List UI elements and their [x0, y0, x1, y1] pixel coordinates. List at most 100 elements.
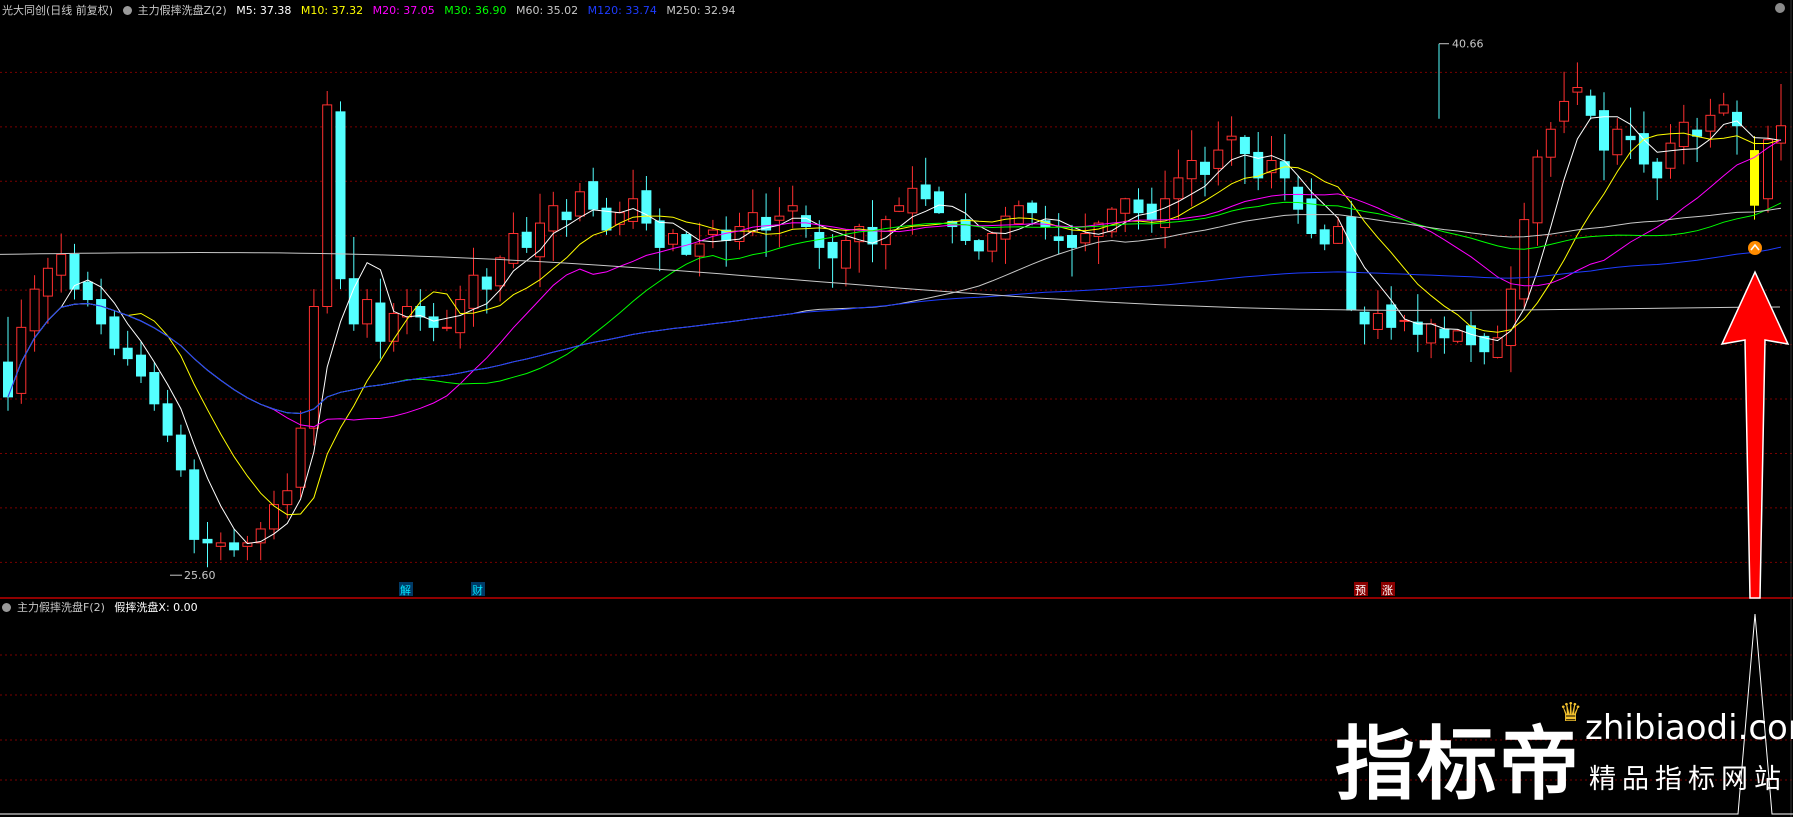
candle	[441, 326, 452, 329]
candle	[654, 220, 665, 248]
candle	[535, 222, 545, 258]
candle	[255, 528, 266, 544]
candle	[641, 190, 652, 224]
chart-stage: 40.66 25.60 解 财 预 涨 光大同创(日线 前复权) 主力假摔洗盘Z(2) M…	[0, 0, 1793, 817]
candle	[1612, 128, 1623, 156]
candle	[282, 490, 293, 506]
ma250-label: M250: 32.94	[666, 4, 736, 17]
candle	[920, 184, 931, 200]
ma30-label: M30: 36.90	[444, 4, 507, 17]
candle	[295, 427, 306, 488]
candle	[215, 542, 226, 547]
candle	[202, 538, 213, 544]
candle	[1200, 161, 1210, 175]
stock-name[interactable]: 光大同创(日线 前复权)	[2, 4, 113, 17]
candle	[136, 354, 146, 377]
candle	[801, 215, 811, 228]
candle	[707, 229, 718, 235]
candle	[747, 212, 758, 233]
buy-signal-icon	[1748, 241, 1762, 255]
candle	[56, 253, 67, 276]
watermark: 指标帝 ♛ zhibiaodi.com 精品指标网站	[1335, 698, 1793, 816]
indicator-toggle-icon[interactable]	[122, 6, 132, 15]
candle	[1013, 205, 1024, 225]
ma120-label: M120: 33.74	[587, 4, 657, 17]
grid-lines	[0, 71, 1793, 781]
candle	[1572, 87, 1583, 93]
watermark-name: 指标帝	[1335, 718, 1581, 811]
candle	[1333, 226, 1343, 244]
sub-indicator-value: 假摔洗盘X: 0.00	[114, 601, 198, 614]
candle	[1386, 304, 1397, 328]
candle	[1319, 229, 1330, 245]
candle	[1519, 219, 1530, 300]
candle	[1253, 151, 1264, 179]
candle	[481, 276, 492, 290]
sub-header: 主力假摔洗盘F(2) 假摔洗盘X: 0.00	[2, 599, 204, 615]
candle	[1439, 328, 1450, 339]
candle	[1705, 114, 1716, 132]
candle	[694, 243, 705, 257]
high-price-label: 40.66	[1452, 38, 1484, 51]
event-marker: 涨	[1382, 584, 1393, 597]
candle	[175, 434, 186, 471]
candle	[1346, 216, 1357, 311]
candle	[987, 233, 998, 252]
candle	[1372, 312, 1383, 330]
event-marker: 预	[1355, 584, 1366, 597]
candle	[1226, 135, 1237, 141]
sub-indicator-toggle-icon[interactable]	[2, 603, 11, 612]
event-marker: 财	[472, 583, 483, 597]
kline-chart[interactable]: 40.66 25.60 解 财 预 涨	[0, 0, 1793, 817]
candle	[561, 211, 572, 221]
candle	[1080, 233, 1091, 244]
candle	[149, 372, 160, 405]
candles	[3, 43, 1786, 568]
candle	[521, 231, 532, 248]
candle	[1133, 199, 1144, 214]
candle	[495, 257, 506, 287]
candle	[109, 316, 120, 349]
candle	[1545, 128, 1556, 158]
candle	[1625, 135, 1636, 141]
candle	[894, 205, 905, 212]
candle	[322, 104, 333, 308]
candle	[1559, 100, 1570, 122]
candle	[162, 403, 173, 436]
candle	[362, 299, 373, 325]
watermark-domain: zhibiaodi.com	[1585, 708, 1793, 748]
candle	[122, 347, 133, 360]
candle	[348, 278, 359, 325]
candle	[1426, 323, 1437, 344]
candle	[1186, 160, 1197, 180]
candle	[1027, 202, 1038, 214]
candle	[3, 361, 13, 398]
main-indicator-name[interactable]: 主力假摔洗盘Z(2)	[138, 4, 227, 17]
candle	[1067, 234, 1077, 248]
candle	[16, 326, 27, 394]
panel-menu-icon[interactable]	[1775, 3, 1785, 13]
candle	[1532, 156, 1543, 224]
low-price-label: 25.60	[184, 569, 216, 582]
candle	[934, 191, 944, 214]
candle	[973, 240, 984, 252]
ma5-label: M5: 37.38	[236, 4, 292, 17]
crown-icon: ♛	[1559, 698, 1583, 728]
candle	[827, 241, 838, 259]
candle	[574, 191, 585, 217]
candle	[668, 233, 678, 245]
up-arrow-icon	[1720, 270, 1790, 599]
candle	[1665, 142, 1676, 169]
candle	[375, 302, 386, 342]
candle	[96, 299, 107, 325]
candle	[1213, 149, 1224, 169]
candle	[840, 239, 851, 269]
ma20-label: M20: 37.05	[372, 4, 435, 17]
event-marker: 解	[400, 583, 411, 597]
watermark-tagline: 精品指标网站	[1589, 764, 1787, 795]
sub-indicator-name[interactable]: 主力假摔洗盘F(2)	[17, 601, 105, 614]
candle	[588, 181, 599, 210]
candle	[787, 205, 798, 212]
candle	[1763, 139, 1773, 200]
candle	[189, 469, 200, 540]
